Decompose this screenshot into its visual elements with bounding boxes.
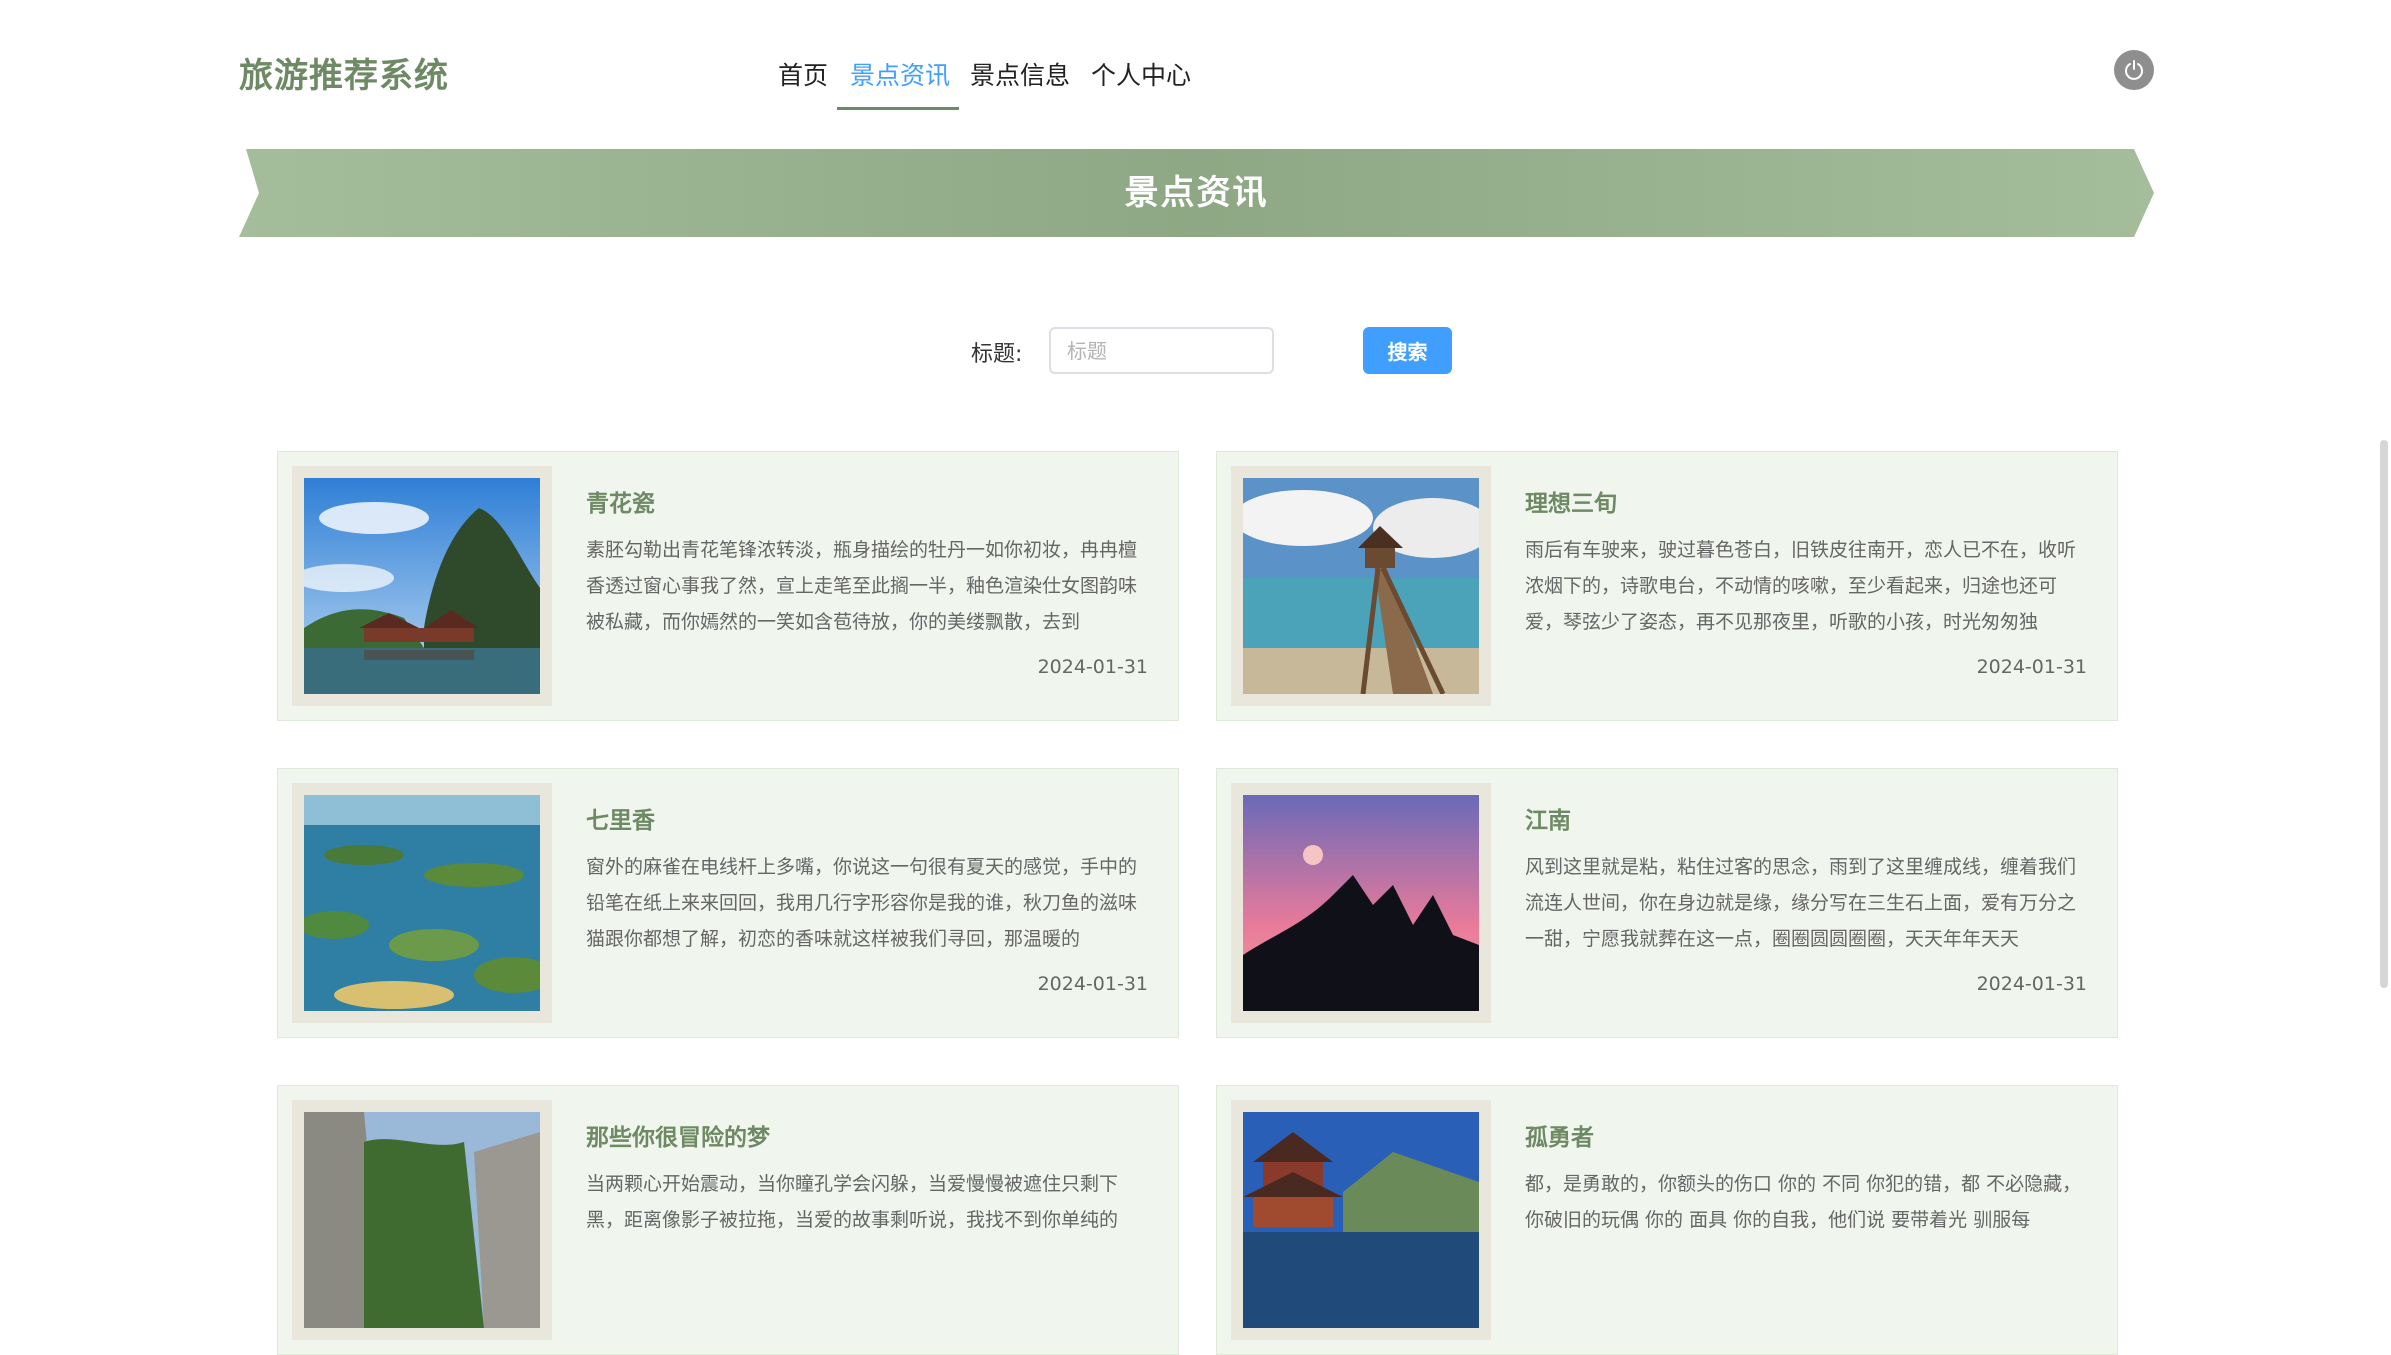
article-thumbnail-frame <box>1231 466 1491 706</box>
article-card[interactable]: 孤勇者 都，是勇敢的，你额头的伤口 你的 不同 你犯的错，都 不必隐藏，你破旧的… <box>1216 1085 2118 1355</box>
article-title: 理想三旬 <box>1525 491 1617 517</box>
article-thumbnail <box>1243 478 1479 694</box>
search-title-label: 标题: <box>971 342 1023 367</box>
article-summary: 风到这里就是粘，粘住过客的思念，雨到了这里缠成线，缠着我们流连人世间，你在身边就… <box>1525 856 2077 950</box>
article-card[interactable]: 七里香 窗外的麻雀在电线杆上多嘴，你说这一句很有夏天的感觉，手中的铅笔在纸上来来… <box>277 768 1179 1038</box>
article-title: 七里香 <box>586 808 655 834</box>
article-summary: 素胚勾勒出青花笔锋浓转淡，瓶身描绘的牡丹一如你初妆，冉冉檀香透过窗心事我了然，宣… <box>586 539 1138 633</box>
article-thumbnail <box>1243 795 1479 1011</box>
article-thumbnail <box>304 795 540 1011</box>
logout-button[interactable] <box>2114 50 2154 90</box>
nav-profile[interactable]: 个人中心 <box>1091 56 1191 92</box>
article-card[interactable]: 青花瓷 素胚勾勒出青花笔锋浓转淡，瓶身描绘的牡丹一如你初妆，冉冉檀香透过窗心事我… <box>277 451 1179 721</box>
site-brand: 旅游推荐系统 <box>239 56 449 96</box>
search-title-input[interactable] <box>1049 327 1274 374</box>
article-title: 青花瓷 <box>586 491 655 517</box>
article-thumbnail-frame <box>1231 1100 1491 1340</box>
nav-active-indicator <box>837 107 959 110</box>
article-card[interactable]: 江南 风到这里就是粘，粘住过客的思念，雨到了这里缠成线，缠着我们流连人世间，你在… <box>1216 768 2118 1038</box>
article-thumbnail <box>304 478 540 694</box>
article-summary: 都，是勇敢的，你额头的伤口 你的 不同 你犯的错，都 不必隐藏，你破旧的玩偶 你… <box>1525 1173 2082 1231</box>
page-scrollbar[interactable] <box>2380 440 2388 988</box>
page-banner: 景点资讯 <box>239 149 2154 237</box>
article-summary: 雨后有车驶来，驶过暮色苍白，旧铁皮往南开，恋人已不在，收听浓烟下的，诗歌电台，不… <box>1525 539 2077 633</box>
article-card[interactable]: 那些你很冒险的梦 当两颗心开始震动，当你瞳孔学会闪躲，当爱慢慢被遮住只剩下黑，距… <box>277 1085 1179 1355</box>
article-card[interactable]: 理想三旬 雨后有车驶来，驶过暮色苍白，旧铁皮往南开，恋人已不在，收听浓烟下的，诗… <box>1216 451 2118 721</box>
nav-attractions[interactable]: 景点信息 <box>970 56 1070 92</box>
article-date: 2024-01-31 <box>1037 973 1148 995</box>
article-thumbnail-frame <box>292 1100 552 1340</box>
article-date: 2024-01-31 <box>1976 656 2087 678</box>
article-thumbnail <box>1243 1112 1479 1328</box>
article-date: 2024-01-31 <box>1037 656 1148 678</box>
banner-title: 景点资讯 <box>1124 173 1269 213</box>
search-button[interactable]: 搜索 <box>1363 327 1452 374</box>
nav-news[interactable]: 景点资讯 <box>850 56 950 92</box>
article-thumbnail-frame <box>292 783 552 1023</box>
article-title: 那些你很冒险的梦 <box>586 1125 770 1151</box>
article-title: 孤勇者 <box>1525 1125 1594 1151</box>
article-thumbnail-frame <box>1231 783 1491 1023</box>
article-thumbnail <box>304 1112 540 1328</box>
nav-home[interactable]: 首页 <box>778 56 828 92</box>
article-date: 2024-01-31 <box>1976 973 2087 995</box>
power-icon <box>2125 60 2143 80</box>
article-thumbnail-frame <box>292 466 552 706</box>
article-title: 江南 <box>1525 808 1571 834</box>
article-summary: 窗外的麻雀在电线杆上多嘴，你说这一句很有夏天的感觉，手中的铅笔在纸上来来回回，我… <box>586 856 1138 950</box>
article-summary: 当两颗心开始震动，当你瞳孔学会闪躲，当爱慢慢被遮住只剩下黑，距离像影子被拉拖，当… <box>586 1173 1119 1231</box>
